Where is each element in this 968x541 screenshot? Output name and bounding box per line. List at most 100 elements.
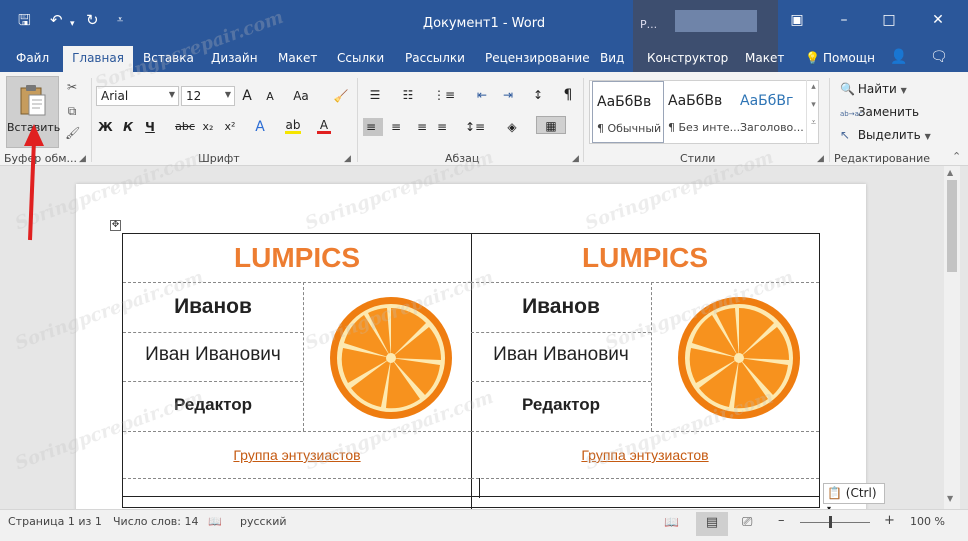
decrease-indent-icon[interactable]: ⇤	[474, 86, 490, 104]
shading-icon[interactable]: ◈	[504, 118, 520, 136]
multilevel-list-icon[interactable]: ⋮≡	[433, 86, 455, 104]
table-move-handle-icon[interactable]: ✥	[110, 220, 121, 231]
cell-border	[303, 282, 304, 431]
ribbon-display-icon[interactable]: ▣	[782, 12, 812, 28]
shrink-font-icon[interactable]: A	[263, 88, 277, 106]
clipboard-launcher-icon[interactable]: ◢	[79, 154, 86, 164]
paragraph-launcher-icon[interactable]: ◢	[572, 154, 579, 164]
select-button[interactable]: ↖ Выделить ▼	[840, 128, 931, 142]
editing-group-label: Редактирование	[834, 152, 930, 165]
style-heading1[interactable]: АаБбВг Заголово...	[736, 81, 808, 143]
change-case-icon[interactable]: Aa	[290, 87, 312, 105]
align-left-icon[interactable]: ≡	[363, 118, 383, 136]
bold-icon[interactable]: Ж	[98, 118, 113, 136]
font-family-value: Arial	[101, 89, 129, 103]
cut-icon[interactable]: ✂	[65, 80, 79, 94]
cell-border	[123, 332, 303, 333]
scroll-thumb[interactable]	[947, 180, 957, 272]
align-right-icon[interactable]: ≡	[411, 118, 427, 136]
style-name: ¶ Обычный	[597, 122, 662, 135]
separator	[91, 78, 92, 162]
collapse-ribbon-icon[interactable]: ⌃	[952, 150, 961, 163]
tab-layout[interactable]: Макет	[278, 51, 317, 65]
tab-review[interactable]: Рецензирование	[485, 51, 590, 65]
style-no-spacing[interactable]: АаБбВв ¶ Без инте...	[664, 81, 740, 143]
italic-icon[interactable]: К	[121, 118, 135, 136]
borders-icon[interactable]: ▦	[536, 116, 566, 134]
zoom-level[interactable]: 100 %	[910, 515, 945, 528]
find-button[interactable]: 🔍 Найти ▼	[840, 82, 907, 96]
scroll-up-icon[interactable]: ▲	[947, 168, 953, 177]
group-link[interactable]: Группа энтузиастов	[123, 447, 471, 463]
tab-help[interactable]: Помощн	[823, 51, 875, 65]
tab-home[interactable]: Главная	[63, 46, 133, 72]
paste-options-label: (Ctrl)	[845, 486, 877, 500]
strikethrough-icon[interactable]: abc	[174, 118, 196, 136]
tab-file[interactable]: Файл	[16, 51, 49, 65]
underline-icon[interactable]: Ч	[143, 118, 157, 136]
clear-formatting-icon[interactable]: 🧹	[333, 87, 349, 105]
styles-more-icon[interactable]: ⩡	[807, 118, 820, 128]
business-card-table[interactable]: LUMPICS Иванов Иван Иванович Редактор Гр…	[122, 233, 820, 509]
styles-launcher-icon[interactable]: ◢	[817, 154, 824, 164]
account-name[interactable]	[675, 10, 757, 32]
page-count[interactable]: Страница 1 из 1	[8, 515, 102, 528]
print-layout-icon[interactable]: ▤	[696, 512, 728, 536]
tab-mailings[interactable]: Рассылки	[405, 51, 465, 65]
clipboard-group-label: Буфер обм...	[4, 152, 78, 165]
superscript-icon[interactable]: x²	[222, 118, 238, 136]
zoom-slider[interactable]	[800, 522, 870, 523]
styles-group-label: Стили	[680, 152, 716, 165]
font-color-icon[interactable]: A	[317, 118, 331, 134]
word-count[interactable]: Число слов: 14	[113, 515, 199, 528]
tab-references[interactable]: Ссылки	[337, 51, 384, 65]
restore-icon[interactable]: □	[874, 12, 904, 28]
format-painter-icon[interactable]: 🖌	[65, 126, 80, 140]
subscript-icon[interactable]: x₂	[200, 118, 216, 136]
grow-font-icon[interactable]: A	[240, 87, 254, 105]
tab-table-layout[interactable]: Макет	[745, 51, 784, 65]
zoom-out-icon[interactable]: –	[778, 513, 785, 528]
font-launcher-icon[interactable]: ◢	[344, 154, 351, 164]
tab-view[interactable]: Вид	[600, 51, 624, 65]
show-marks-icon[interactable]: ¶	[561, 86, 575, 104]
scroll-down-icon[interactable]: ▼	[947, 494, 953, 503]
zoom-slider-knob[interactable]	[829, 516, 832, 528]
web-layout-icon[interactable]: ⎚	[742, 515, 752, 530]
font-size-select[interactable]: 12 ▼	[181, 86, 235, 106]
styles-up-icon[interactable]: ▴	[807, 82, 820, 92]
paste-button[interactable]: Вставить	[6, 76, 60, 148]
close-icon[interactable]: ✕	[923, 12, 953, 28]
paste-options-button[interactable]: 📋 (Ctrl) ▾	[823, 483, 885, 513]
minimize-icon[interactable]: –	[829, 12, 859, 28]
proofing-icon[interactable]: 📖	[208, 515, 222, 528]
ribbon: Вставить ✂ ⧉ 🖌 Буфер обм... ◢ Arial ▼ 12…	[0, 72, 968, 166]
increase-indent-icon[interactable]: ⇥	[500, 86, 516, 104]
tab-insert[interactable]: Вставка	[143, 51, 194, 65]
language[interactable]: русский	[240, 515, 287, 528]
align-center-icon[interactable]: ≡	[388, 118, 404, 136]
style-normal[interactable]: АаБбВв ¶ Обычный	[592, 81, 664, 143]
cell-border	[471, 381, 651, 382]
group-link[interactable]: Группа энтузиастов	[471, 447, 819, 463]
cell-border	[471, 478, 819, 479]
replace-label: Заменить	[857, 105, 920, 119]
styles-down-icon[interactable]: ▾	[807, 100, 820, 110]
sort-icon[interactable]: ↕	[531, 86, 545, 104]
line-spacing-icon[interactable]: ↕≡	[463, 118, 487, 136]
numbering-icon[interactable]: ☷	[399, 86, 417, 104]
text-effects-icon[interactable]: A	[253, 118, 267, 136]
font-family-select[interactable]: Arial ▼	[96, 86, 179, 106]
vertical-scrollbar[interactable]: ▲ ▼	[944, 166, 960, 509]
comment-icon[interactable]: 🗨	[930, 49, 948, 65]
replace-button[interactable]: ab→ac Заменить	[840, 105, 919, 119]
tab-design[interactable]: Дизайн	[211, 51, 258, 65]
justify-icon[interactable]: ≡	[434, 118, 450, 136]
share-icon[interactable]: 👤	[890, 49, 907, 65]
zoom-in-icon[interactable]: +	[884, 513, 895, 528]
tab-constructor[interactable]: Конструктор	[647, 51, 728, 65]
read-mode-icon[interactable]: 📖	[664, 515, 679, 529]
bullets-icon[interactable]: ☰	[366, 86, 384, 104]
copy-icon[interactable]: ⧉	[65, 104, 79, 118]
highlight-icon[interactable]: ab	[285, 118, 301, 134]
